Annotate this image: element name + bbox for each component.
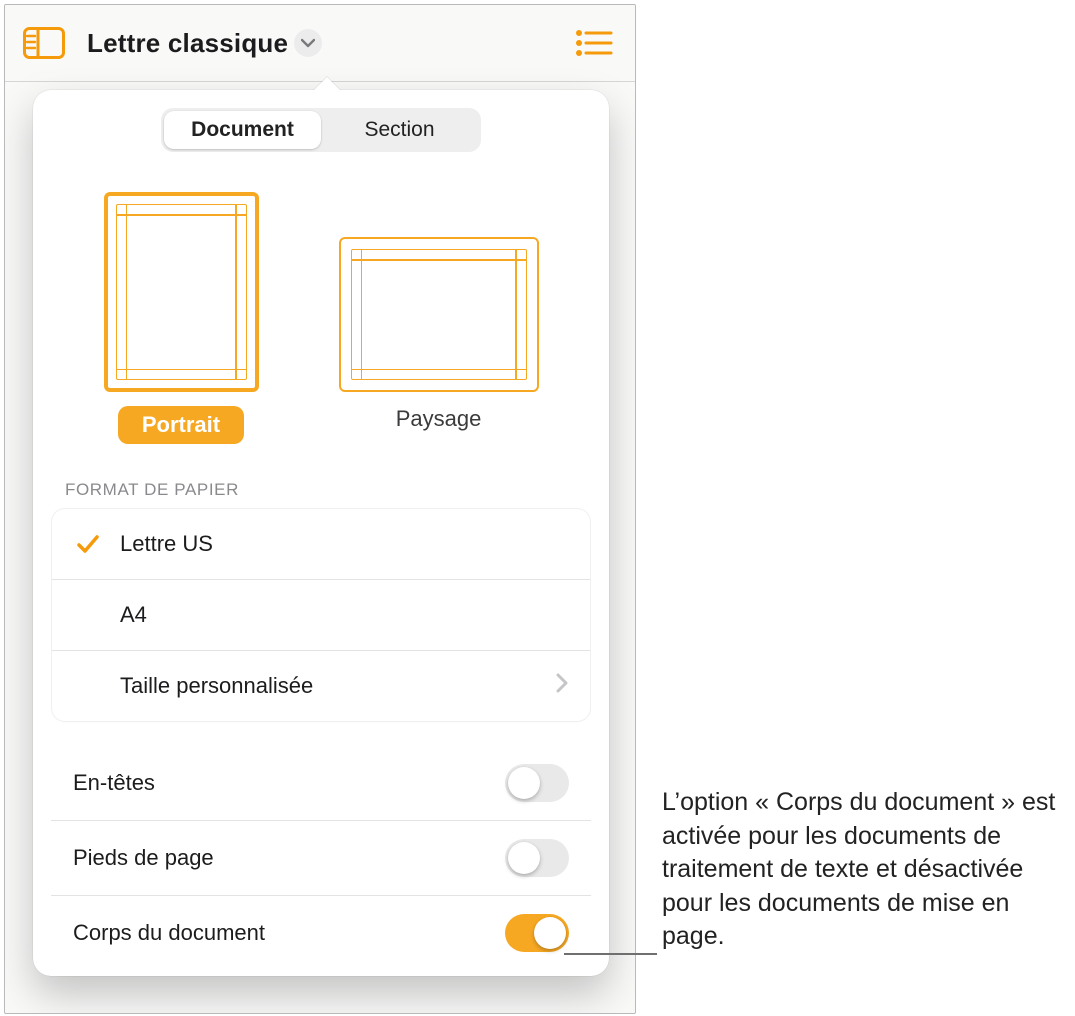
chevron-right-icon: [556, 673, 568, 699]
paper-section-header: Format de papier: [65, 480, 609, 500]
toggle-document-body-row: Corps du document: [51, 895, 591, 970]
paper-option-a4[interactable]: A4: [52, 579, 590, 650]
tab-document-label: Document: [191, 118, 294, 142]
toggle-footers-row: Pieds de page: [51, 820, 591, 895]
paper-option-label: A4: [120, 602, 568, 628]
document-title-button[interactable]: Lettre classique: [87, 28, 322, 59]
orientation-landscape-label: Paysage: [396, 406, 482, 432]
sidebar-panels-icon[interactable]: [23, 27, 65, 59]
paper-option-letter-us[interactable]: Lettre US: [52, 509, 590, 579]
orientation-portrait[interactable]: Portrait: [104, 192, 259, 444]
orientation-row: Portrait Paysage: [33, 192, 609, 444]
chevron-down-icon: [294, 29, 322, 57]
popover-caret: [313, 77, 341, 91]
toggle-headers-row: En-têtes: [51, 746, 591, 820]
document-options-popover: Document Section Portrait: [33, 90, 609, 976]
tab-section-label: Section: [364, 118, 434, 142]
paper-size-list: Lettre US A4 Taille personnalisée: [51, 508, 591, 722]
callout-leader-line: [564, 953, 657, 955]
document-title: Lettre classique: [87, 28, 288, 59]
toggle-document-body-label: Corps du document: [73, 920, 265, 946]
orientation-portrait-label: Portrait: [118, 406, 244, 444]
portrait-thumbnail: [104, 192, 259, 392]
callout-text: L’option « Corps du document » est activ…: [662, 786, 1067, 954]
toggle-headers-label: En-têtes: [73, 770, 155, 796]
toggle-footers-label: Pieds de page: [73, 845, 214, 871]
checkmark-icon: [74, 533, 102, 555]
toggles-list: En-têtes Pieds de page Corps du document: [51, 746, 591, 970]
toggle-footers[interactable]: [505, 839, 569, 877]
tab-segmented-control: Document Section: [161, 108, 481, 152]
toolbar: Lettre classique: [5, 5, 635, 82]
paper-option-custom[interactable]: Taille personnalisée: [52, 650, 590, 721]
paper-option-label: Lettre US: [120, 531, 568, 557]
landscape-thumbnail: [339, 237, 539, 392]
outline-list-icon[interactable]: [575, 28, 613, 58]
paper-option-label: Taille personnalisée: [120, 673, 538, 699]
toggle-headers[interactable]: [505, 764, 569, 802]
orientation-landscape[interactable]: Paysage: [339, 192, 539, 444]
app-window: Lettre classique Document Section: [4, 4, 636, 1014]
toolbar-left: Lettre classique: [23, 27, 322, 59]
tab-section[interactable]: Section: [321, 111, 478, 149]
toggle-document-body[interactable]: [505, 914, 569, 952]
tab-document[interactable]: Document: [164, 111, 321, 149]
